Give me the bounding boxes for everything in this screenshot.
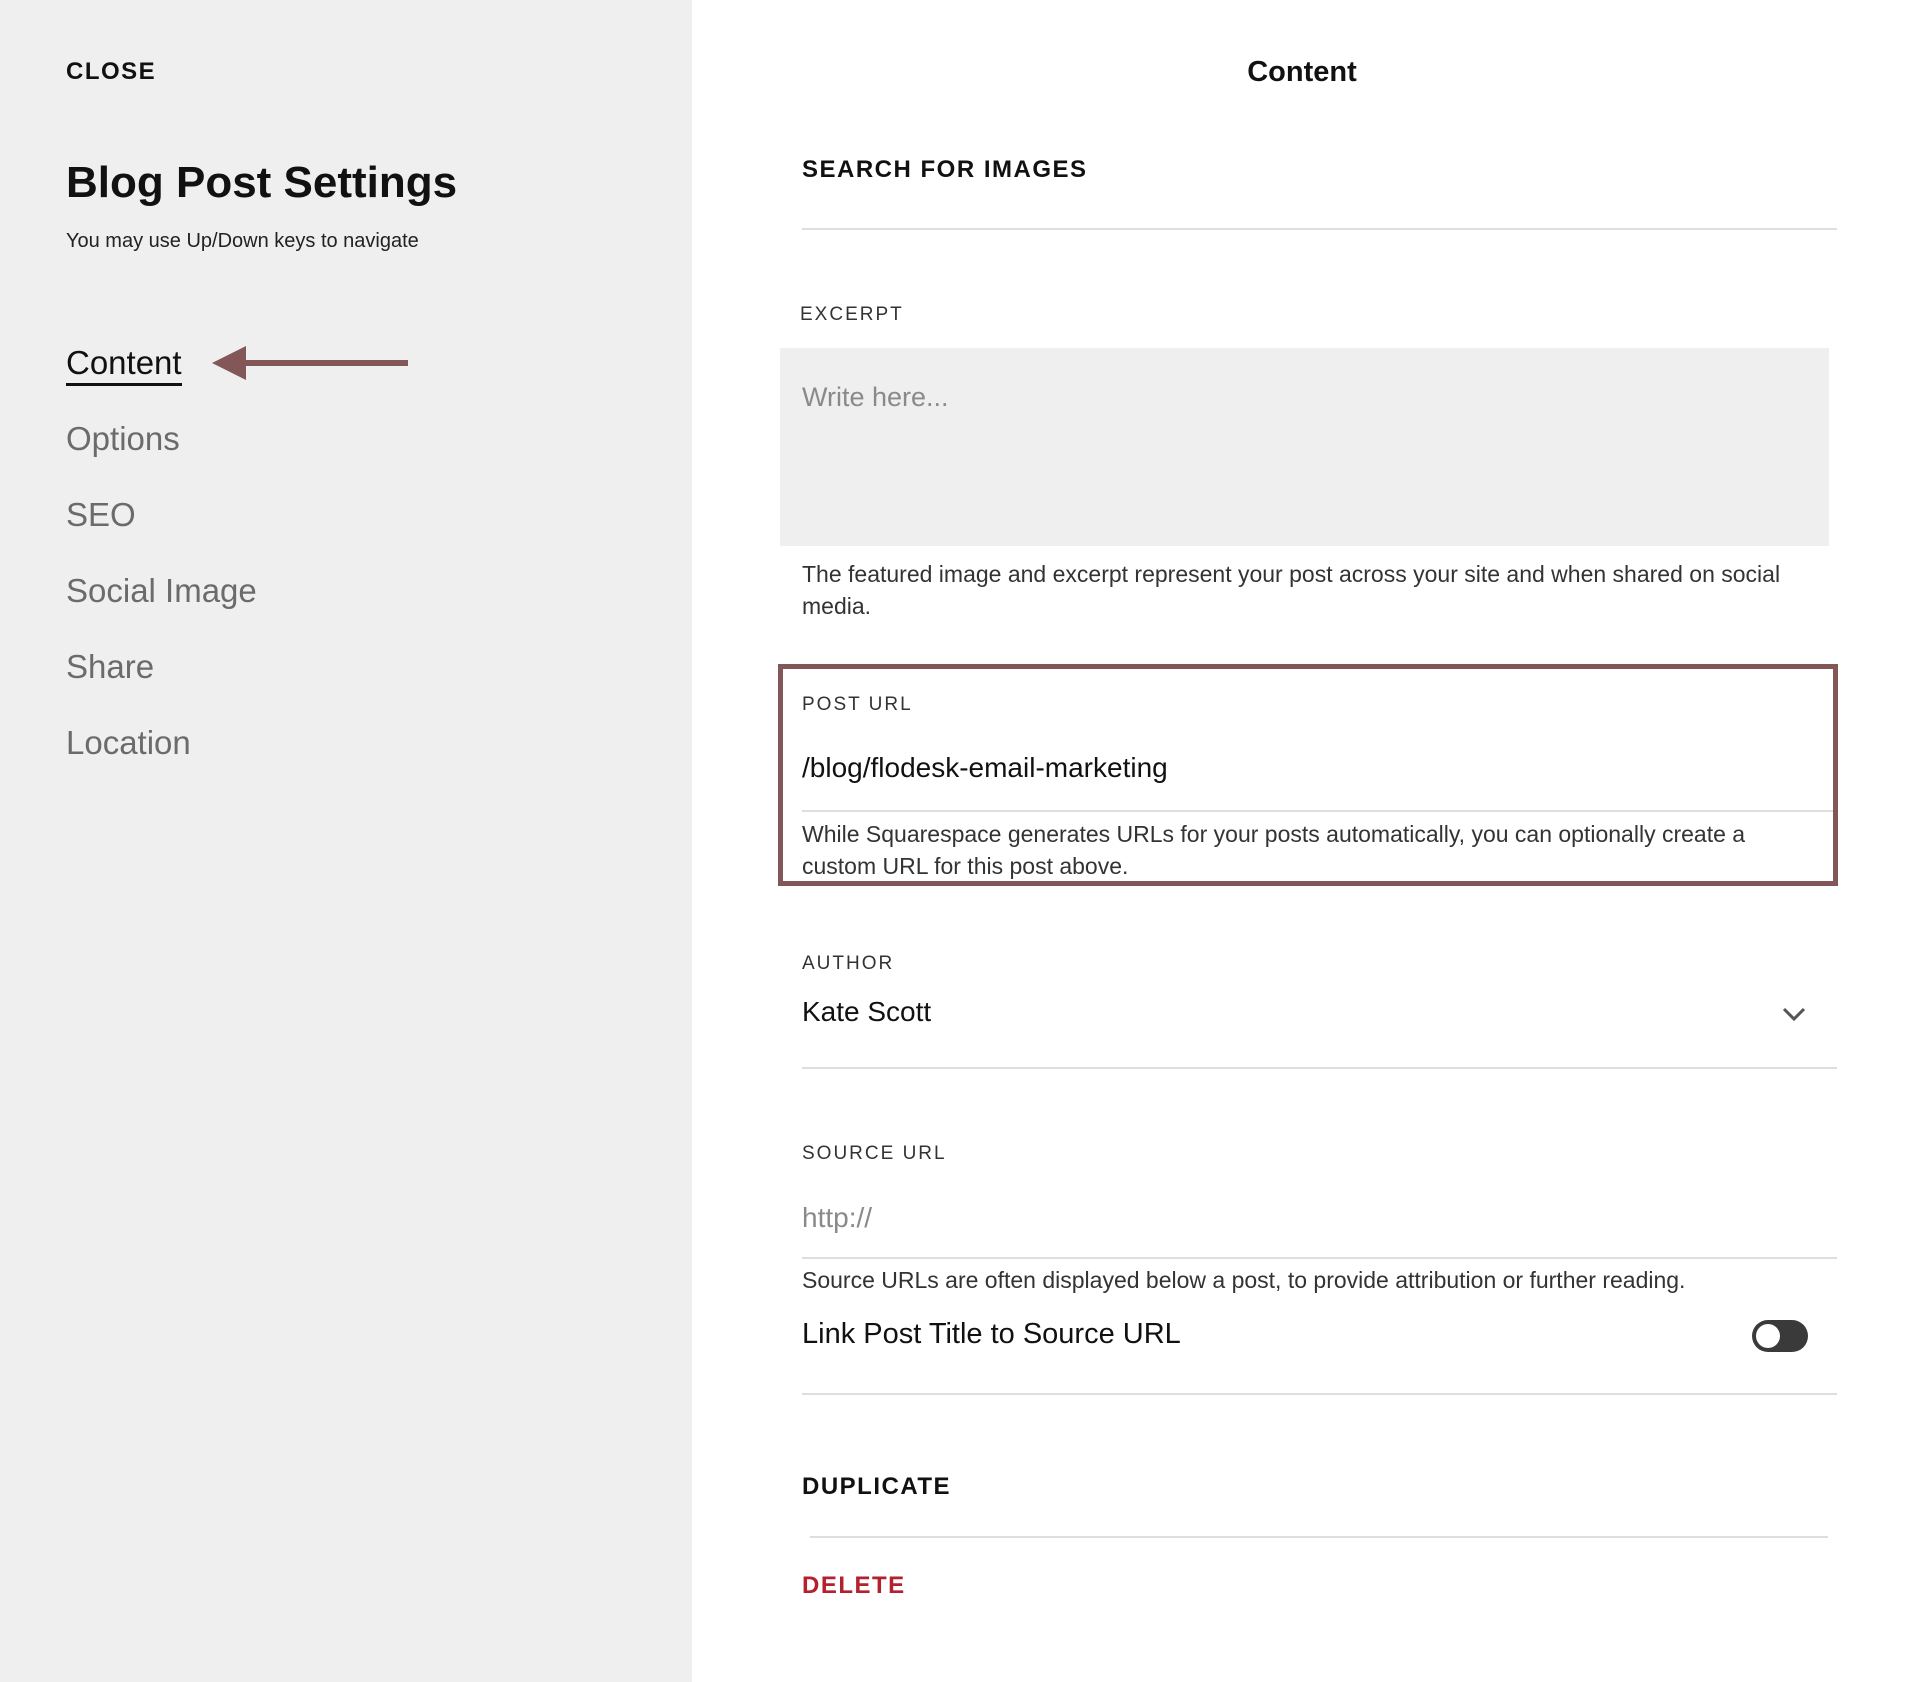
sidebar-item-label: SEO — [66, 496, 136, 533]
sidebar-nav: Content Options SEO Social Image Share L… — [66, 340, 257, 796]
post-url-field[interactable] — [802, 746, 1802, 790]
sidebar: CLOSE Blog Post Settings You may use Up/… — [0, 0, 692, 1682]
excerpt-label: EXCERPT — [800, 304, 904, 325]
panel-title: Content — [1247, 56, 1357, 88]
divider — [802, 810, 1837, 812]
source-url-field[interactable] — [802, 1196, 1802, 1240]
excerpt-field[interactable] — [780, 348, 1829, 546]
divider — [802, 1067, 1837, 1069]
chevron-down-icon — [1782, 1007, 1806, 1022]
sidebar-item-label: Content — [66, 344, 182, 386]
author-value: Kate Scott — [802, 996, 932, 1027]
divider — [802, 1257, 1837, 1259]
divider — [802, 228, 1837, 230]
author-select[interactable]: Kate Scott — [792, 990, 1818, 1040]
sidebar-item-seo[interactable]: SEO — [66, 492, 257, 568]
divider — [802, 1393, 1837, 1395]
arrow-left-icon — [212, 346, 408, 380]
sidebar-item-share[interactable]: Share — [66, 644, 257, 720]
sidebar-item-label: Options — [66, 420, 180, 457]
delete-button[interactable]: DELETE — [802, 1572, 906, 1600]
sidebar-item-options[interactable]: Options — [66, 416, 257, 492]
close-button[interactable]: CLOSE — [66, 58, 156, 86]
author-label: AUTHOR — [802, 953, 895, 974]
sidebar-item-label: Location — [66, 724, 191, 761]
toggle-knob — [1756, 1324, 1780, 1348]
link-title-toggle[interactable] — [1752, 1320, 1808, 1352]
search-images-button[interactable]: SEARCH FOR IMAGES — [802, 156, 1088, 184]
duplicate-button[interactable]: DUPLICATE — [802, 1473, 951, 1501]
link-title-toggle-label: Link Post Title to Source URL — [802, 1318, 1181, 1350]
post-url-label: POST URL — [802, 694, 913, 715]
sidebar-item-label: Share — [66, 648, 155, 685]
blog-post-settings-app: CLOSE Blog Post Settings You may use Up/… — [0, 0, 1912, 1682]
sidebar-item-social-image[interactable]: Social Image — [66, 568, 257, 644]
sidebar-title: Blog Post Settings — [66, 158, 458, 207]
divider — [810, 1536, 1828, 1538]
sidebar-hint: You may use Up/Down keys to navigate — [66, 230, 419, 252]
sidebar-item-location[interactable]: Location — [66, 720, 257, 796]
post-url-help-text: While Squarespace generates URLs for you… — [802, 821, 1746, 879]
excerpt-help-text: The featured image and excerpt represent… — [802, 561, 1781, 619]
source-url-label: SOURCE URL — [802, 1143, 947, 1164]
sidebar-item-label: Social Image — [66, 572, 257, 609]
source-url-help-text: Source URLs are often displayed below a … — [802, 1267, 1686, 1293]
